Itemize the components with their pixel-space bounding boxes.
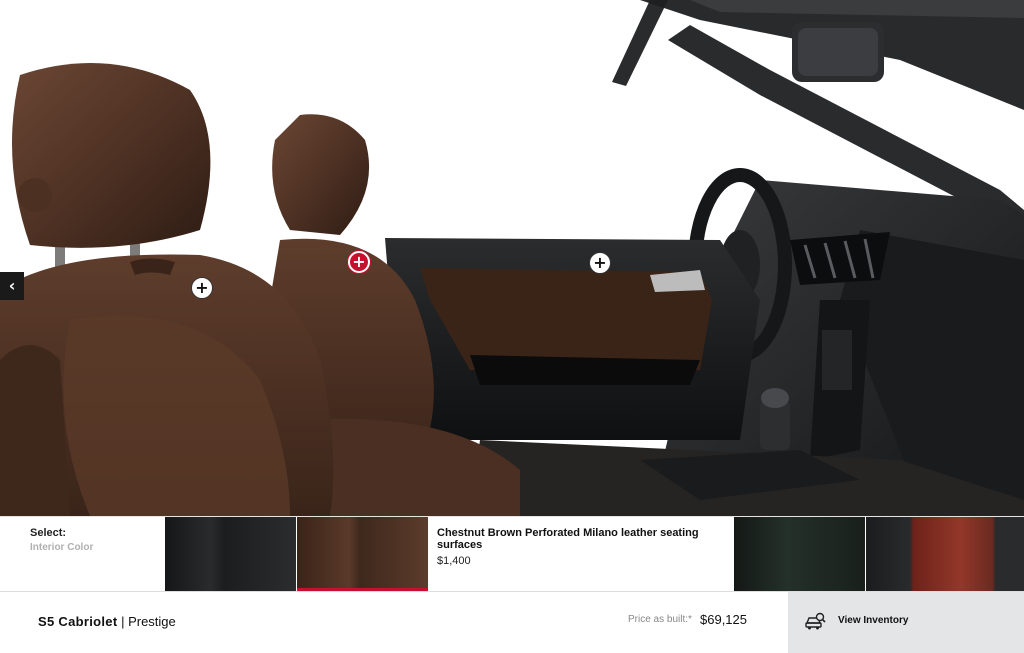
price-value: $69,125 <box>700 612 747 627</box>
car-interior-image <box>0 0 1024 516</box>
price-label: Price as built:* <box>628 614 692 625</box>
swatch-chestnut-brown[interactable] <box>297 517 428 592</box>
view-inventory-label: View Inventory <box>838 615 909 626</box>
swatch-red[interactable] <box>866 517 1024 592</box>
interior-color-selector: Select: Interior Color Chestnut Brown Pe… <box>0 516 1024 592</box>
car-interior-viewer[interactable]: ‹ + + + <box>0 0 1024 516</box>
model-separator: | <box>117 614 129 629</box>
swatch-black[interactable] <box>165 517 296 592</box>
selected-swatch-name: Chestnut Brown Perforated Milano leather… <box>437 527 699 551</box>
select-title: Select: <box>30 527 67 539</box>
car-search-icon <box>805 612 826 630</box>
model-name: S5 Cabriolet | Prestige <box>38 614 176 629</box>
view-inventory-button[interactable]: View Inventory <box>788 592 1024 653</box>
selected-swatch-info: Chestnut Brown Perforated Milano leather… <box>437 527 727 567</box>
summary-footer: S5 Cabriolet | Prestige Price as built:*… <box>0 591 1024 653</box>
previous-view-button[interactable]: ‹ <box>0 272 24 300</box>
model: S5 Cabriolet <box>38 614 118 629</box>
trim: Prestige <box>128 614 176 629</box>
hotspot-seat[interactable]: + <box>191 277 213 299</box>
hotspot-headrest-active[interactable]: + <box>348 251 370 273</box>
select-label: Select: Interior Color <box>30 527 93 553</box>
swatch-dark-green[interactable] <box>734 517 865 592</box>
selected-swatch-price: $1,400 <box>437 555 471 567</box>
hotspot-door-trim[interactable]: + <box>589 252 611 274</box>
select-subtitle: Interior Color <box>30 542 94 553</box>
